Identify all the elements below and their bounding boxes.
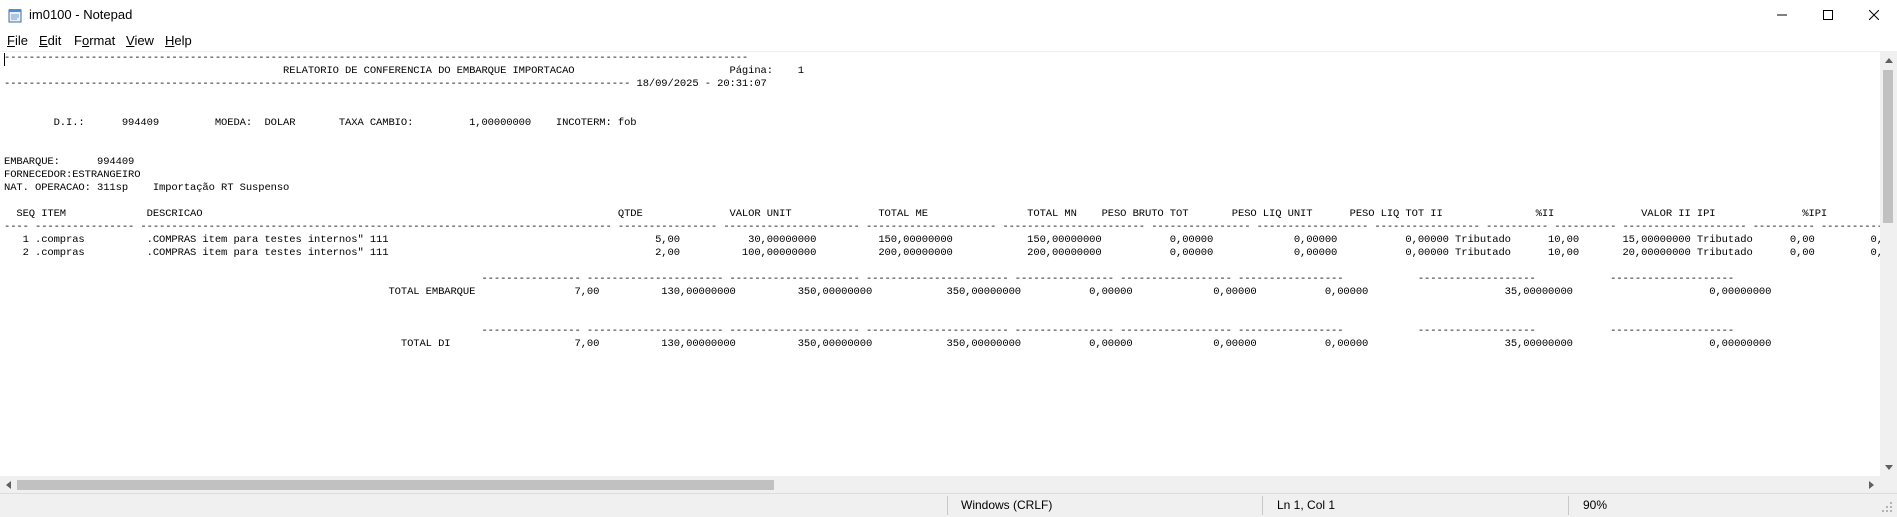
document-text[interactable]: ----------------------------------------…: [4, 52, 1880, 351]
menu-help[interactable]: Help: [165, 33, 192, 48]
menu-help-mnemonic: H: [165, 33, 175, 48]
menu-file-mnemonic: F: [7, 33, 15, 48]
close-icon: [1869, 10, 1879, 20]
menu-file-label: ile: [14, 33, 28, 48]
close-button[interactable]: [1851, 0, 1897, 30]
chevron-down-icon: [1884, 465, 1893, 470]
chevron-right-icon: [1869, 480, 1874, 489]
status-cursor-position: Ln 1, Col 1: [1277, 498, 1336, 512]
menu-format[interactable]: Format: [74, 33, 115, 48]
chevron-up-icon: [1884, 58, 1893, 63]
text-caret: [4, 53, 5, 66]
menu-edit[interactable]: Edit: [39, 33, 61, 48]
status-bar: Windows (CRLF) Ln 1, Col 1 90%: [0, 493, 1897, 517]
scroll-down-button[interactable]: [1880, 459, 1897, 476]
menu-view[interactable]: View: [126, 33, 154, 48]
menu-edit-mnemonic: E: [39, 33, 48, 48]
window-title: im0100 - Notepad: [29, 7, 133, 22]
notepad-window: im0100 - Notepad File Edit Format View H…: [0, 0, 1897, 517]
title-bar[interactable]: im0100 - Notepad: [0, 0, 1897, 30]
scroll-right-button[interactable]: [1863, 476, 1880, 493]
scroll-up-button[interactable]: [1880, 52, 1897, 69]
resize-grip-icon[interactable]: [1880, 500, 1894, 514]
text-editor[interactable]: ----------------------------------------…: [0, 52, 1880, 476]
notepad-icon: [8, 9, 22, 23]
menu-help-label: elp: [174, 33, 192, 48]
scrollbar-corner: [1880, 476, 1897, 493]
status-divider: [1262, 496, 1263, 515]
maximize-button[interactable]: [1805, 0, 1851, 30]
menu-view-label: iew: [134, 33, 154, 48]
status-line-ending: Windows (CRLF): [961, 498, 1053, 512]
horizontal-scroll-thumb[interactable]: [17, 480, 774, 490]
minimize-icon: [1777, 14, 1787, 16]
maximize-icon: [1823, 10, 1833, 20]
menu-file[interactable]: File: [7, 33, 28, 48]
status-divider: [947, 496, 948, 515]
menu-bar: File Edit Format View Help: [0, 31, 1897, 51]
menu-edit-label: dit: [47, 33, 62, 48]
menu-format-prefix: F: [74, 33, 82, 48]
chevron-left-icon: [6, 480, 11, 489]
status-zoom: 90%: [1583, 498, 1608, 512]
status-divider: [1568, 496, 1569, 515]
minimize-button[interactable]: [1759, 0, 1805, 30]
vertical-scroll-thumb[interactable]: [1883, 70, 1893, 223]
menu-format-label: rmat: [89, 33, 116, 48]
scroll-left-button[interactable]: [0, 476, 17, 493]
